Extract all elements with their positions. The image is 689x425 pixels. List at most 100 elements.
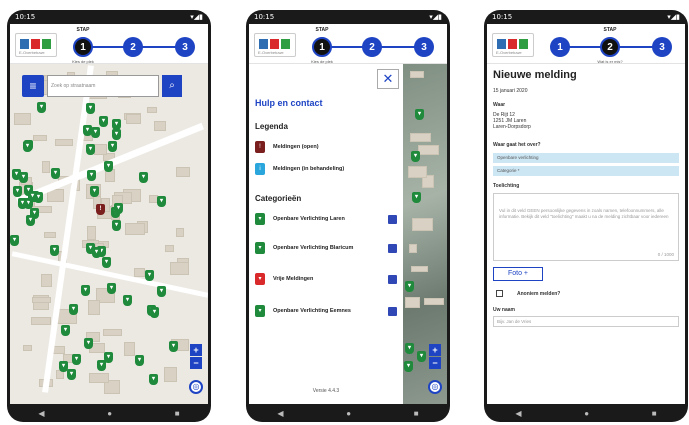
streetlight-marker-icon[interactable]: ▾ [86, 103, 95, 114]
category-item[interactable]: ▾ Openbare Verlichting Blaricum [255, 241, 397, 255]
home-icon[interactable]: ● [346, 409, 351, 418]
streetlight-marker-icon[interactable]: ▾ [13, 186, 22, 197]
streetlight-marker-icon[interactable]: ▾ [67, 369, 76, 380]
streetlight-marker-icon[interactable]: ▾ [112, 129, 121, 140]
streetlight-marker-icon[interactable]: ▾ [84, 338, 93, 349]
streetlight-marker-icon[interactable]: ▾ [139, 172, 148, 183]
streetlight-marker-icon[interactable]: ▾ [37, 102, 46, 113]
streetlight-marker-icon[interactable]: ▾ [28, 191, 37, 202]
category-select[interactable]: Openbare verlichting [493, 153, 679, 163]
description-label: Toelichting [493, 183, 520, 189]
streetlight-marker-icon[interactable]: ▾ [104, 161, 113, 172]
streetlight-marker-icon[interactable]: ▾ [26, 215, 35, 226]
streetlight-marker-icon[interactable]: ▾ [123, 295, 132, 306]
phone-legend-screen: 10:15 ▾◢▮ E-Overbetuwe STAP 1 2 3 Kies d… [246, 10, 450, 422]
close-icon[interactable]: ✕ [377, 69, 399, 89]
streetlight-marker-icon[interactable]: ▾ [157, 196, 166, 207]
category-checkbox[interactable] [388, 306, 397, 316]
category-item[interactable]: ▾ Openbare Verlichting Eemnes [255, 304, 397, 318]
streetlight-marker-icon[interactable]: ▾ [405, 343, 414, 354]
streetlight-marker-icon[interactable]: ▾ [112, 220, 121, 231]
streetlight-marker-icon[interactable]: ▾ [112, 119, 121, 130]
search-icon[interactable]: ⌕ [162, 75, 182, 97]
streetlight-marker-icon[interactable]: ▾ [169, 341, 178, 352]
category-checkbox[interactable] [388, 274, 397, 284]
map-view[interactable]: ≡ Zoek op straatnaam ⌕ ! + − ◎ ▾ ▾ ▾ ▾ ▾ ▾ ▾ ▾ ▾… [10, 64, 208, 404]
legend-item-in-progress: i Meldingen (in behandeling) [255, 162, 397, 176]
help-contact-link[interactable]: Hulp en contact [255, 98, 323, 108]
streetlight-marker-icon[interactable]: ▾ [114, 203, 123, 214]
category-item[interactable]: ▾ Vrije Meldingen [255, 272, 397, 286]
status-time: 10:15 [254, 13, 275, 21]
back-icon[interactable]: ◀ [277, 409, 283, 418]
streetlight-marker-icon[interactable]: ▾ [145, 270, 154, 281]
home-icon[interactable]: ● [584, 409, 589, 418]
map-building [32, 297, 51, 303]
streetlight-marker-icon[interactable]: ▾ [81, 285, 90, 296]
streetlight-marker-icon[interactable]: ▾ [102, 257, 111, 268]
streetlight-marker-icon[interactable]: ▾ [50, 245, 59, 256]
category-checkbox[interactable] [388, 214, 397, 224]
map-building [103, 329, 122, 336]
streetlight-marker-icon[interactable]: ▾ [415, 109, 424, 120]
category-marker-icon: ▾ [255, 213, 265, 225]
streetlight-marker-icon[interactable]: ▾ [90, 186, 99, 197]
step-2: 2 [362, 37, 382, 57]
recent-icon[interactable]: ■ [175, 409, 180, 418]
step-label: STAP [315, 27, 329, 33]
streetlight-marker-icon[interactable]: ▾ [107, 283, 116, 294]
step-indicator: STAP 1 2 3 Wat is er mis? [550, 27, 679, 64]
streetlight-marker-icon[interactable]: ▾ [405, 281, 414, 292]
streetlight-marker-icon[interactable]: ▾ [19, 172, 28, 183]
zoom-out-button[interactable]: − [429, 357, 441, 369]
locate-me-icon[interactable]: ◎ [189, 380, 203, 394]
locate-me-icon[interactable]: ◎ [428, 380, 442, 394]
add-photo-button[interactable]: Foto + [493, 267, 543, 281]
back-icon[interactable]: ◀ [515, 409, 521, 418]
streetlight-marker-icon[interactable]: ▾ [411, 151, 420, 162]
streetlight-marker-icon[interactable]: ▾ [412, 192, 421, 203]
category-checkbox[interactable] [388, 243, 397, 253]
streetlight-marker-icon[interactable]: ▾ [99, 116, 108, 127]
streetlight-marker-icon[interactable]: ▾ [404, 361, 413, 372]
signal-battery-icon: ▾◢▮ [190, 13, 203, 21]
menu-icon[interactable]: ≡ [22, 75, 44, 97]
zoom-in-button[interactable]: + [190, 344, 202, 356]
streetlight-marker-icon[interactable]: ▾ [61, 325, 70, 336]
streetlight-marker-icon[interactable]: ▾ [87, 170, 96, 181]
streetlight-marker-icon[interactable]: ▾ [86, 144, 95, 155]
name-field[interactable]: Bijv. Jan de Vries [493, 316, 679, 327]
zoom-out-button[interactable]: − [190, 357, 202, 369]
legend-heading: Legenda [255, 122, 288, 131]
streetlight-marker-icon[interactable]: ▾ [51, 168, 60, 179]
streetlight-marker-icon[interactable]: ▾ [97, 360, 106, 371]
search-input[interactable]: Zoek op straatnaam [47, 75, 159, 97]
streetlight-marker-icon[interactable]: ▾ [59, 361, 68, 372]
subcategory-select[interactable]: Categorie * [493, 166, 679, 176]
satellite-map-background: + − ◎ ▾ ▾ ▾ ▾ ▾ ▾ ▾ [403, 64, 447, 404]
streetlight-marker-icon[interactable]: ▾ [135, 355, 144, 366]
report-date: 15 januari 2020 [493, 88, 528, 94]
streetlight-marker-icon[interactable]: ▾ [86, 243, 95, 254]
zoom-in-button[interactable]: + [429, 344, 441, 356]
description-textarea[interactable]: Vul in dit veld GEEN persoonlijke gegeve… [493, 193, 679, 261]
streetlight-marker-icon[interactable]: ▾ [149, 374, 158, 385]
selected-location-marker[interactable]: ! [96, 204, 105, 215]
streetlight-marker-icon[interactable]: ▾ [150, 307, 159, 318]
streetlight-marker-icon[interactable]: ▾ [417, 351, 426, 362]
streetlight-marker-icon[interactable]: ▾ [91, 127, 100, 138]
recent-icon[interactable]: ■ [652, 409, 657, 418]
map-building [88, 300, 100, 315]
streetlight-marker-icon[interactable]: ▾ [108, 141, 117, 152]
recent-icon[interactable]: ■ [414, 409, 419, 418]
category-item[interactable]: ▾ Openbare Verlichting Laren [255, 212, 397, 226]
streetlight-marker-icon[interactable]: ▾ [10, 235, 19, 246]
map-building [410, 133, 431, 142]
streetlight-marker-icon[interactable]: ▾ [157, 286, 166, 297]
streetlight-marker-icon[interactable]: ▾ [72, 354, 81, 365]
anonymous-checkbox[interactable] [496, 290, 503, 297]
back-icon[interactable]: ◀ [38, 409, 44, 418]
streetlight-marker-icon[interactable]: ▾ [69, 304, 78, 315]
streetlight-marker-icon[interactable]: ▾ [23, 141, 32, 152]
home-icon[interactable]: ● [107, 409, 112, 418]
